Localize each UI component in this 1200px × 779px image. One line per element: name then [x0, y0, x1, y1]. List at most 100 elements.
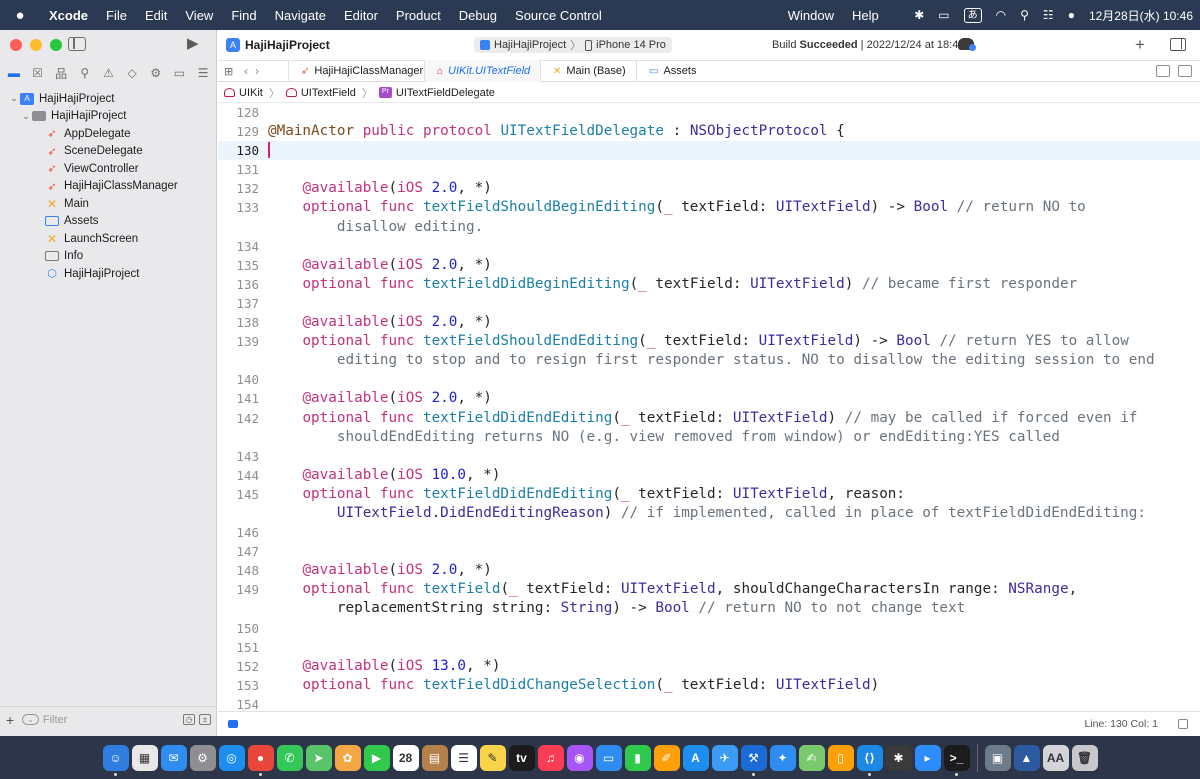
- tree-item-project[interactable]: ⌄ A HajiHajiProject: [0, 90, 217, 108]
- code-text[interactable]: [268, 141, 270, 160]
- maps-icon[interactable]: ➤: [305, 744, 332, 771]
- menu-app-name[interactable]: Xcode: [40, 8, 97, 23]
- code-line[interactable]: 145 optional func textFieldDidEndEditing…: [218, 485, 1200, 504]
- testflight-icon[interactable]: ✈: [711, 744, 738, 771]
- terminal-icon[interactable]: >_: [943, 744, 970, 776]
- code-line[interactable]: 142 optional func textFieldDidEndEditing…: [218, 409, 1200, 428]
- find-navigator-icon[interactable]: ⚲: [75, 66, 95, 80]
- line-number[interactable]: 142: [218, 409, 268, 428]
- tree-item-info[interactable]: Info: [0, 248, 217, 266]
- code-text[interactable]: optional func textFieldShouldBeginEditin…: [268, 198, 1085, 217]
- code-line[interactable]: 131: [218, 160, 1200, 179]
- code-text[interactable]: optional func textFieldDidEndEditing(_ t…: [268, 485, 905, 504]
- code-line[interactable]: disallow editing.: [218, 218, 1200, 237]
- input-method-icon[interactable]: あ: [957, 7, 989, 23]
- line-number[interactable]: 141: [218, 389, 268, 408]
- line-number[interactable]: 135: [218, 256, 268, 275]
- code-text[interactable]: @available(iOS 2.0, *): [268, 561, 491, 580]
- code-line[interactable]: 146: [218, 523, 1200, 542]
- tree-item-main[interactable]: ✕ Main: [0, 195, 217, 213]
- code-line[interactable]: 136 optional func textFieldDidBeginEditi…: [218, 275, 1200, 294]
- project-navigator-icon[interactable]: ▬: [4, 66, 24, 80]
- tree-item-folder[interactable]: ⌄ HajiHajiProject: [0, 108, 217, 126]
- menu-view[interactable]: View: [176, 8, 222, 23]
- code-line[interactable]: 150: [218, 619, 1200, 638]
- menu-product[interactable]: Product: [387, 8, 450, 23]
- wifi-icon[interactable]: ◠: [989, 8, 1013, 22]
- vscode-icon[interactable]: ⟨⟩: [856, 744, 883, 776]
- menu-editor[interactable]: Editor: [335, 8, 387, 23]
- jumpbar-item-delegate[interactable]: Pr UITextFieldDelegate: [378, 87, 495, 99]
- music-icon[interactable]: ♫: [537, 744, 564, 771]
- line-number[interactable]: 131: [218, 160, 268, 179]
- notes-icon[interactable]: ✎: [479, 744, 506, 771]
- scheme-selector[interactable]: HajiHajiProject 〉 iPhone 14 Pro: [474, 37, 672, 53]
- tab-hajihajiclassmanager[interactable]: ➶ HajiHajiClassManager: [288, 60, 424, 82]
- show-debug-area-icon[interactable]: [1178, 719, 1188, 729]
- zoom-window-button[interactable]: [50, 39, 62, 51]
- code-line[interactable]: 152 @available(iOS 13.0, *): [218, 657, 1200, 676]
- code-editor[interactable]: 128 129 @MainActor public protocol UITextF…: [218, 103, 1200, 711]
- menu-window[interactable]: Window: [779, 8, 843, 23]
- line-number[interactable]: 151: [218, 638, 268, 657]
- recent-files-icon[interactable]: ◷: [183, 714, 195, 725]
- code-line[interactable]: replacementString string: String) -> Boo…: [218, 599, 1200, 618]
- code-line[interactable]: 138 @available(iOS 2.0, *): [218, 313, 1200, 332]
- line-number[interactable]: 138: [218, 313, 268, 332]
- line-number[interactable]: [218, 599, 268, 618]
- tree-item-scenedelegate[interactable]: ➶ SceneDelegate: [0, 143, 217, 161]
- code-line[interactable]: 130: [218, 141, 1200, 161]
- issue-navigator-icon[interactable]: ⚠: [98, 66, 118, 80]
- photos-icon[interactable]: ✿: [334, 744, 361, 771]
- source-control-navigator-icon[interactable]: ☒: [27, 66, 47, 80]
- inspector-toggle-icon[interactable]: [1170, 38, 1186, 51]
- code-text[interactable]: optional func textFieldDidBeginEditing(_…: [268, 275, 1077, 294]
- code-text[interactable]: @available(iOS 2.0, *): [268, 256, 491, 275]
- notebook-icon[interactable]: ▤: [421, 744, 448, 771]
- code-line[interactable]: 137: [218, 294, 1200, 313]
- close-window-button[interactable]: [10, 39, 22, 51]
- line-number[interactable]: 147: [218, 542, 268, 561]
- line-number[interactable]: 139: [218, 332, 268, 351]
- library-add-button[interactable]: +: [1135, 35, 1145, 55]
- menu-navigate[interactable]: Navigate: [266, 8, 335, 23]
- siri-icon[interactable]: ●: [1061, 8, 1082, 22]
- split-editor-icon[interactable]: [1178, 65, 1192, 77]
- app-store-icon[interactable]: A: [682, 744, 709, 771]
- code-line[interactable]: 129 @MainActor public protocol UITextFiel…: [218, 122, 1200, 141]
- disclosure-chevron-icon[interactable]: ⌄: [20, 111, 32, 122]
- code-text[interactable]: @available(iOS 2.0, *): [268, 389, 491, 408]
- code-line[interactable]: 132 @available(iOS 2.0, *): [218, 179, 1200, 198]
- filter-options-icon[interactable]: ⌄: [22, 714, 39, 725]
- keynote-icon[interactable]: ▭: [595, 744, 622, 771]
- line-number[interactable]: 133: [218, 198, 268, 217]
- menu-debug[interactable]: Debug: [450, 8, 506, 23]
- code-line[interactable]: 149 optional func textField(_ textField:…: [218, 580, 1200, 599]
- run-button[interactable]: ▶: [187, 36, 201, 52]
- calendar-icon[interactable]: 28: [392, 744, 419, 771]
- pages-icon[interactable]: ✐: [653, 744, 680, 771]
- code-text[interactable]: replacementString string: String) -> Boo…: [268, 599, 965, 618]
- tab-assets[interactable]: ▭ Assets: [636, 60, 726, 82]
- facetime-icon[interactable]: ▶: [363, 744, 390, 771]
- code-line[interactable]: 154: [218, 695, 1200, 711]
- cloud-status-icon[interactable]: [958, 38, 976, 51]
- code-line[interactable]: 140: [218, 370, 1200, 389]
- tree-item-classmanager[interactable]: ➶ HajiHajiClassManager: [0, 178, 217, 196]
- line-number[interactable]: [218, 351, 268, 370]
- font-book-icon[interactable]: AA: [1042, 744, 1069, 771]
- symbol-navigator-icon[interactable]: 品: [51, 65, 71, 82]
- line-number[interactable]: 128: [218, 103, 268, 122]
- menu-clock[interactable]: 12月28日(水) 10:46: [1082, 7, 1200, 24]
- code-line[interactable]: 147: [218, 542, 1200, 561]
- code-line[interactable]: 151: [218, 638, 1200, 657]
- report-navigator-icon[interactable]: ☰: [193, 66, 213, 80]
- bluetooth-icon[interactable]: ✱: [907, 8, 931, 22]
- code-line[interactable]: 143: [218, 447, 1200, 466]
- code-line[interactable]: 153 optional func textFieldDidChangeSele…: [218, 676, 1200, 695]
- launchpad-icon[interactable]: ▦: [131, 744, 158, 771]
- code-line[interactable]: UITextField.DidEndEditingReason) // if i…: [218, 504, 1200, 523]
- related-items-icon[interactable]: ⊞: [224, 65, 238, 78]
- tree-item-appdelegate[interactable]: ➶ AppDelegate: [0, 125, 217, 143]
- sidebar-toggle-icon[interactable]: [68, 37, 86, 51]
